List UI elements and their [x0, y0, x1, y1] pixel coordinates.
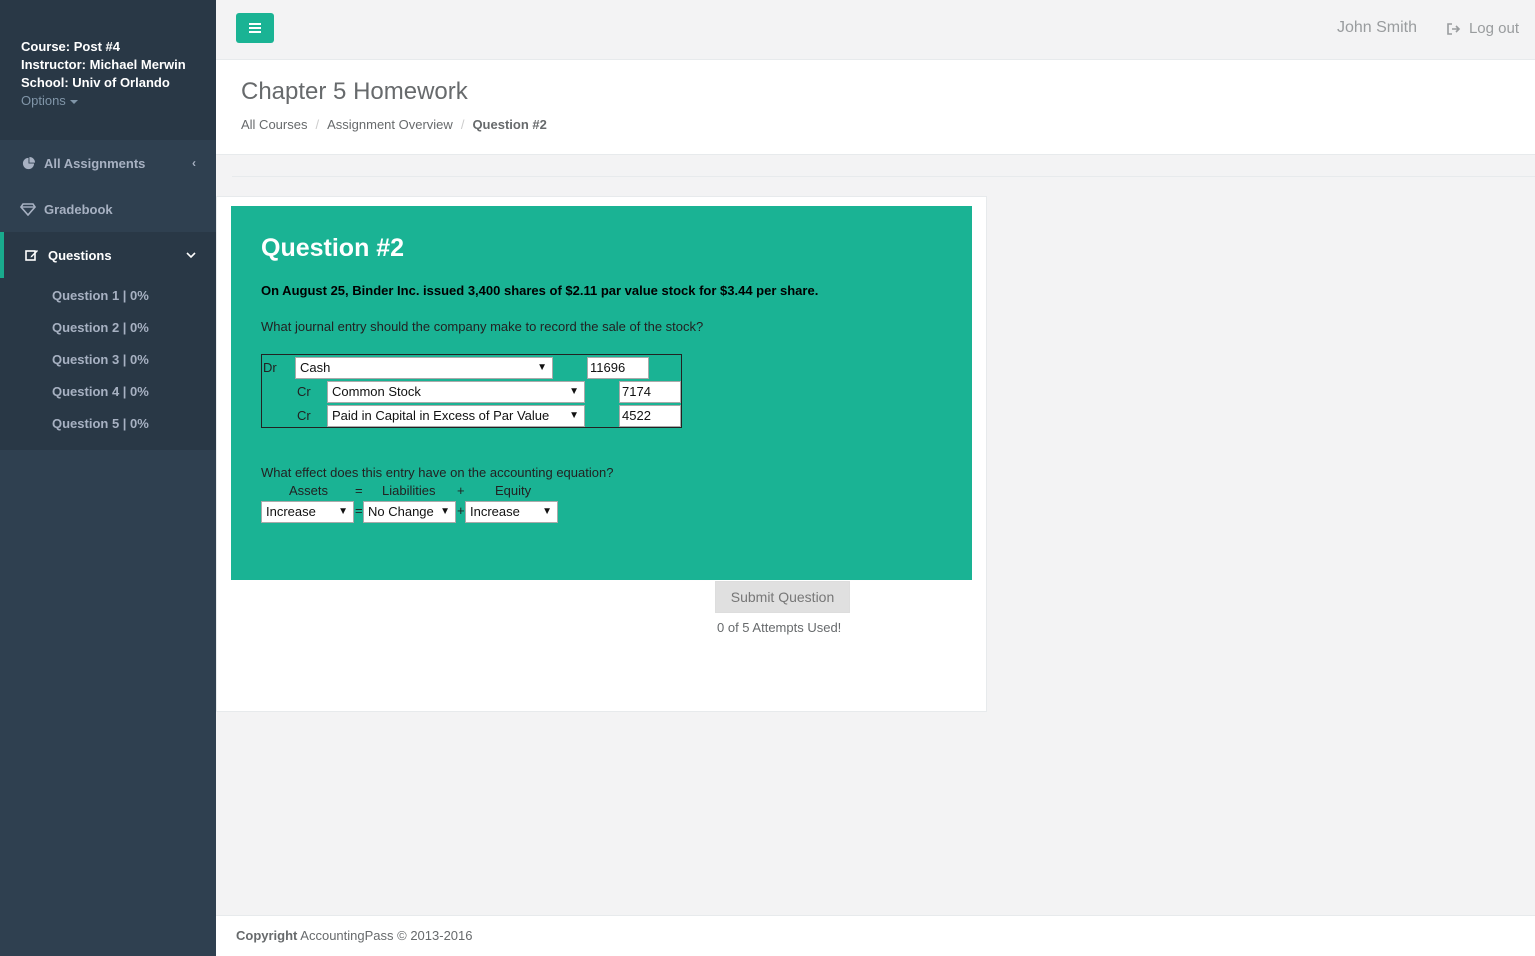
sidebar-item-question-4[interactable]: Question 4 | 0% [0, 376, 216, 408]
question-prompt: What journal entry should the company ma… [261, 319, 704, 334]
sidebar-item-gradebook[interactable]: Gradebook [0, 186, 216, 232]
credit-account-select-2[interactable]: Paid in Capital in Excess of Par Value ▼ [327, 405, 585, 427]
diamond-icon [20, 201, 36, 217]
debit-account-select[interactable]: Cash ▼ [295, 357, 553, 379]
debit-account-value: Cash [300, 360, 331, 375]
menu-toggle-button[interactable] [236, 13, 274, 43]
profile-header: Course: Post #4 Instructor: Michael Merw… [0, 0, 216, 140]
attempts-text: 0 of 5 Attempts Used! [717, 620, 842, 635]
footer: Copyright AccountingPass © 2013-2016 [216, 915, 1535, 956]
credit-amount-input-2[interactable]: 4522 [619, 405, 681, 427]
equation-prompt: What effect does this entry have on the … [261, 465, 614, 480]
breadcrumb-assignment-overview[interactable]: Assignment Overview [327, 117, 453, 132]
hamburger-icon [249, 23, 261, 33]
credit-amount-input-1[interactable]: 7174 [619, 381, 681, 403]
dropdown-arrow-icon: ▼ [569, 410, 579, 421]
breadcrumb: All Courses / Assignment Overview / Question… [241, 117, 547, 132]
assets-effect-value: Increase [266, 504, 316, 519]
user-name[interactable]: John Smith [1337, 19, 1417, 37]
breadcrumb-current: Question #2 [472, 117, 547, 132]
pie-chart-icon [20, 155, 36, 171]
plus-sign: + [457, 503, 465, 518]
breadcrumb-separator: / [315, 117, 320, 132]
sidebar-item-label: Gradebook [44, 201, 113, 217]
submit-question-button[interactable]: Submit Question [715, 581, 850, 613]
sidebar-item-questions[interactable]: Questions [0, 232, 216, 278]
page-title: Chapter 5 Homework [241, 78, 468, 105]
sidebar-item-all-assignments[interactable]: All Assignments ‹ [0, 140, 216, 186]
dropdown-arrow-icon: ▼ [440, 506, 450, 517]
dropdown-arrow-icon: ▼ [542, 506, 552, 517]
debit-label: Dr [263, 360, 277, 375]
journal-entry-table: Dr Cash ▼ 11696 Cr Common Stock ▼ 7174 Cr … [261, 354, 682, 428]
question-statement: On August 25, Binder Inc. issued 3,400 s… [261, 283, 819, 298]
questions-subnav: Question 1 | 0% Question 2 | 0% Question… [0, 278, 216, 450]
equity-effect-value: Increase [470, 504, 520, 519]
credit-label: Cr [297, 408, 311, 423]
divider [232, 176, 1535, 177]
sidebar-item-question-2[interactable]: Question 2 | 0% [0, 312, 216, 344]
breadcrumb-all-courses[interactable]: All Courses [241, 117, 307, 132]
plus-header: + [457, 483, 465, 498]
credit-label: Cr [297, 384, 311, 399]
dropdown-arrow-icon: ▼ [338, 506, 348, 517]
instructor-label: Instructor: Michael Merwin [21, 57, 186, 72]
chevron-left-icon: ‹ [192, 156, 196, 170]
sidebar-item-label: Questions [48, 247, 112, 263]
sidebar-item-label: All Assignments [44, 155, 146, 171]
edit-icon [24, 247, 40, 263]
debit-amount-input[interactable]: 11696 [587, 357, 649, 379]
equity-effect-select[interactable]: Increase ▼ [465, 501, 558, 523]
sidebar-item-question-3[interactable]: Question 3 | 0% [0, 344, 216, 376]
sidebar-item-question-1[interactable]: Question 1 | 0% [0, 280, 216, 312]
equity-header: Equity [495, 483, 532, 498]
breadcrumb-separator: / [460, 117, 465, 132]
copyright-label: Copyright [236, 928, 298, 943]
page-heading: Chapter 5 Homework All Courses / Assignmen… [216, 60, 1535, 155]
question-card: Question #2 On August 25, Binder Inc. is… [231, 206, 972, 580]
credit-account-value-1: Common Stock [332, 384, 421, 399]
credit-account-select-1[interactable]: Common Stock ▼ [327, 381, 585, 403]
dropdown-arrow-icon: ▼ [569, 386, 579, 397]
copyright-text: AccountingPass © 2013-2016 [300, 928, 473, 943]
assets-effect-select[interactable]: Increase ▼ [261, 501, 354, 523]
dropdown-arrow-icon: ▼ [537, 362, 547, 373]
equals-header: = [355, 483, 363, 498]
sign-out-icon [1447, 22, 1461, 35]
equals-sign: = [355, 503, 363, 518]
options-label: Options [21, 93, 66, 108]
liabilities-effect-value: No Change [368, 504, 434, 519]
sidebar-item-question-5[interactable]: Question 5 | 0% [0, 408, 216, 440]
logout-label: Log out [1468, 20, 1519, 37]
assets-header: Assets [289, 483, 329, 498]
liabilities-header: Liabilities [382, 483, 436, 498]
school-label: School: Univ of Orlando [21, 75, 170, 90]
caret-down-icon [69, 99, 78, 104]
options-dropdown[interactable]: Options [21, 92, 216, 110]
logout-link[interactable]: Log out [1447, 20, 1519, 37]
chevron-down-icon [186, 248, 196, 262]
top-navbar: John Smith Log out [216, 0, 1535, 60]
liabilities-effect-select[interactable]: No Change ▼ [363, 501, 456, 523]
course-label: Course: Post #4 [21, 39, 120, 54]
credit-account-value-2: Paid in Capital in Excess of Par Value [332, 408, 550, 423]
sidebar: Course: Post #4 Instructor: Michael Merw… [0, 0, 216, 956]
question-title: Question #2 [261, 234, 405, 262]
